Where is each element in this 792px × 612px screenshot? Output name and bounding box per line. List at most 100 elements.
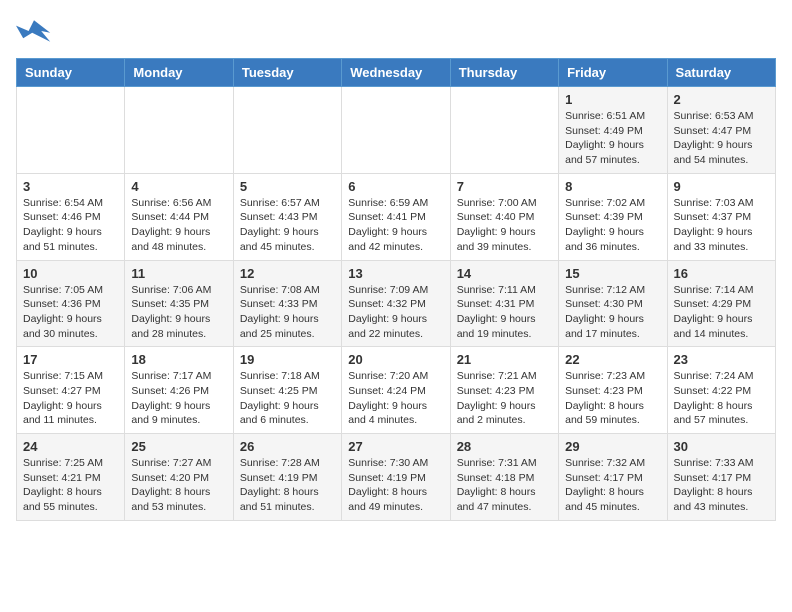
day-cell: 11 Sunrise: 7:06 AMSunset: 4:35 PMDayligh… [125, 260, 233, 347]
day-cell: 25 Sunrise: 7:27 AMSunset: 4:20 PMDayligh… [125, 434, 233, 521]
day-number: 3 [23, 179, 118, 194]
day-number: 21 [457, 352, 552, 367]
day-info: Sunrise: 6:56 AMSunset: 4:44 PMDaylight:… [131, 196, 226, 255]
day-info: Sunrise: 7:05 AMSunset: 4:36 PMDaylight:… [23, 283, 118, 342]
day-info: Sunrise: 7:03 AMSunset: 4:37 PMDaylight:… [674, 196, 769, 255]
day-info: Sunrise: 7:08 AMSunset: 4:33 PMDaylight:… [240, 283, 335, 342]
day-cell: 7 Sunrise: 7:00 AMSunset: 4:40 PMDaylight… [450, 173, 558, 260]
day-number: 17 [23, 352, 118, 367]
day-number: 25 [131, 439, 226, 454]
day-cell [450, 87, 558, 174]
day-number: 5 [240, 179, 335, 194]
day-cell: 9 Sunrise: 7:03 AMSunset: 4:37 PMDaylight… [667, 173, 775, 260]
day-info: Sunrise: 7:27 AMSunset: 4:20 PMDaylight:… [131, 456, 226, 515]
day-cell [342, 87, 450, 174]
day-info: Sunrise: 7:31 AMSunset: 4:18 PMDaylight:… [457, 456, 552, 515]
day-cell: 6 Sunrise: 6:59 AMSunset: 4:41 PMDaylight… [342, 173, 450, 260]
day-info: Sunrise: 7:24 AMSunset: 4:22 PMDaylight:… [674, 369, 769, 428]
day-number: 15 [565, 266, 660, 281]
day-number: 18 [131, 352, 226, 367]
day-number: 23 [674, 352, 769, 367]
weekday-header-wednesday: Wednesday [342, 59, 450, 87]
day-number: 26 [240, 439, 335, 454]
day-cell [17, 87, 125, 174]
day-cell: 8 Sunrise: 7:02 AMSunset: 4:39 PMDaylight… [559, 173, 667, 260]
day-info: Sunrise: 7:00 AMSunset: 4:40 PMDaylight:… [457, 196, 552, 255]
day-number: 27 [348, 439, 443, 454]
page-header [16, 16, 776, 46]
day-cell: 28 Sunrise: 7:31 AMSunset: 4:18 PMDayligh… [450, 434, 558, 521]
calendar: SundayMondayTuesdayWednesdayThursdayFrid… [16, 58, 776, 521]
day-cell: 3 Sunrise: 6:54 AMSunset: 4:46 PMDaylight… [17, 173, 125, 260]
day-number: 2 [674, 92, 769, 107]
day-cell: 24 Sunrise: 7:25 AMSunset: 4:21 PMDayligh… [17, 434, 125, 521]
week-row-1: 1 Sunrise: 6:51 AMSunset: 4:49 PMDaylight… [17, 87, 776, 174]
day-cell: 5 Sunrise: 6:57 AMSunset: 4:43 PMDaylight… [233, 173, 341, 260]
day-cell [125, 87, 233, 174]
day-number: 1 [565, 92, 660, 107]
day-info: Sunrise: 7:15 AMSunset: 4:27 PMDaylight:… [23, 369, 118, 428]
day-info: Sunrise: 7:30 AMSunset: 4:19 PMDaylight:… [348, 456, 443, 515]
day-cell [233, 87, 341, 174]
day-number: 6 [348, 179, 443, 194]
day-cell: 19Sunrise: 7:18 AMSunset: 4:25 PMDayligh… [233, 347, 341, 434]
weekday-header-sunday: Sunday [17, 59, 125, 87]
day-info: Sunrise: 7:33 AMSunset: 4:17 PMDaylight:… [674, 456, 769, 515]
day-info: Sunrise: 7:06 AMSunset: 4:35 PMDaylight:… [131, 283, 226, 342]
week-row-3: 10Sunrise: 7:05 AMSunset: 4:36 PMDayligh… [17, 260, 776, 347]
day-info: Sunrise: 7:23 AMSunset: 4:23 PMDaylight:… [565, 369, 660, 428]
day-info: Sunrise: 6:53 AMSunset: 4:47 PMDaylight:… [674, 109, 769, 168]
day-cell: 27 Sunrise: 7:30 AMSunset: 4:19 PMDayligh… [342, 434, 450, 521]
day-cell: 13 Sunrise: 7:09 AMSunset: 4:32 PMDayligh… [342, 260, 450, 347]
day-number: 29 [565, 439, 660, 454]
day-number: 13 [348, 266, 443, 281]
day-info: Sunrise: 6:57 AMSunset: 4:43 PMDaylight:… [240, 196, 335, 255]
weekday-header-thursday: Thursday [450, 59, 558, 87]
week-row-4: 17 Sunrise: 7:15 AMSunset: 4:27 PMDayligh… [17, 347, 776, 434]
day-info: Sunrise: 7:20 AMSunset: 4:24 PMDaylight:… [348, 369, 443, 428]
day-cell: 30 Sunrise: 7:33 AMSunset: 4:17 PMDayligh… [667, 434, 775, 521]
day-number: 11 [131, 266, 226, 281]
week-row-5: 24 Sunrise: 7:25 AMSunset: 4:21 PMDayligh… [17, 434, 776, 521]
day-info: Sunrise: 7:25 AMSunset: 4:21 PMDaylight:… [23, 456, 118, 515]
day-info: Sunrise: 6:59 AMSunset: 4:41 PMDaylight:… [348, 196, 443, 255]
day-info: Sunrise: 6:54 AMSunset: 4:46 PMDaylight:… [23, 196, 118, 255]
day-cell: 17 Sunrise: 7:15 AMSunset: 4:27 PMDayligh… [17, 347, 125, 434]
day-number: 4 [131, 179, 226, 194]
day-number: 16 [674, 266, 769, 281]
day-number: 12 [240, 266, 335, 281]
day-info: Sunrise: 7:17 AMSunset: 4:26 PMDaylight:… [131, 369, 226, 428]
day-number: 7 [457, 179, 552, 194]
day-number: 28 [457, 439, 552, 454]
day-cell: 18 Sunrise: 7:17 AMSunset: 4:26 PMDayligh… [125, 347, 233, 434]
day-cell: 15 Sunrise: 7:12 AMSunset: 4:30 PMDayligh… [559, 260, 667, 347]
week-row-2: 3 Sunrise: 6:54 AMSunset: 4:46 PMDaylight… [17, 173, 776, 260]
day-cell: 12 Sunrise: 7:08 AMSunset: 4:33 PMDayligh… [233, 260, 341, 347]
day-cell: 21Sunrise: 7:21 AMSunset: 4:23 PMDayligh… [450, 347, 558, 434]
day-number: 9 [674, 179, 769, 194]
day-info: Sunrise: 7:12 AMSunset: 4:30 PMDaylight:… [565, 283, 660, 342]
day-info: Sunrise: 7:11 AMSunset: 4:31 PMDaylight:… [457, 283, 552, 342]
weekday-header-row: SundayMondayTuesdayWednesdayThursdayFrid… [17, 59, 776, 87]
day-number: 24 [23, 439, 118, 454]
weekday-header-friday: Friday [559, 59, 667, 87]
day-cell: 23 Sunrise: 7:24 AMSunset: 4:22 PMDayligh… [667, 347, 775, 434]
day-number: 14 [457, 266, 552, 281]
day-info: Sunrise: 7:09 AMSunset: 4:32 PMDaylight:… [348, 283, 443, 342]
weekday-header-monday: Monday [125, 59, 233, 87]
day-cell: 2 Sunrise: 6:53 AMSunset: 4:47 PMDaylight… [667, 87, 775, 174]
day-cell: 4 Sunrise: 6:56 AMSunset: 4:44 PMDaylight… [125, 173, 233, 260]
day-number: 20 [348, 352, 443, 367]
day-info: Sunrise: 7:28 AMSunset: 4:19 PMDaylight:… [240, 456, 335, 515]
weekday-header-tuesday: Tuesday [233, 59, 341, 87]
day-info: Sunrise: 6:51 AMSunset: 4:49 PMDaylight:… [565, 109, 660, 168]
day-cell: 10Sunrise: 7:05 AMSunset: 4:36 PMDayligh… [17, 260, 125, 347]
day-number: 30 [674, 439, 769, 454]
day-cell: 29Sunrise: 7:32 AMSunset: 4:17 PMDayligh… [559, 434, 667, 521]
weekday-header-saturday: Saturday [667, 59, 775, 87]
day-number: 8 [565, 179, 660, 194]
day-info: Sunrise: 7:02 AMSunset: 4:39 PMDaylight:… [565, 196, 660, 255]
day-cell: 20 Sunrise: 7:20 AMSunset: 4:24 PMDayligh… [342, 347, 450, 434]
day-number: 19 [240, 352, 335, 367]
day-cell: 14 Sunrise: 7:11 AMSunset: 4:31 PMDayligh… [450, 260, 558, 347]
